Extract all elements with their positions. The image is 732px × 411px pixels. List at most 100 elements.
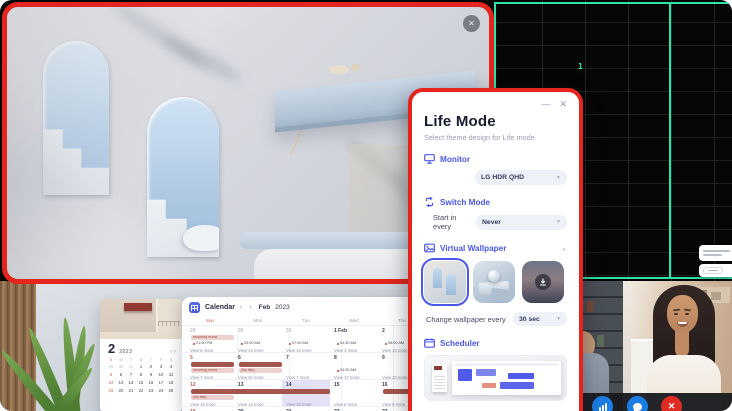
download-icon[interactable] [535,274,551,290]
paper-calendar-date: 4 [166,363,176,371]
signal-bars-icon [599,403,607,411]
event-bar[interactable]: recurring event [191,368,234,373]
paper-day-header: S [166,356,176,363]
calendar-date[interactable]: 22 [330,407,378,411]
sunset-download-wallpaper[interactable] [522,261,564,303]
day-header: Wed [330,316,378,325]
calendar-date[interactable]: 30 [234,326,282,335]
paper-day-header: T [126,356,136,363]
notification-action-button[interactable] [703,267,723,274]
calendar-year-label: 2023 [275,304,289,311]
mini-wall-calendar [432,364,447,392]
calendar-date[interactable]: 14 [282,380,330,389]
paper-calendar-date: 5 [106,371,116,379]
paper-calendar-year: 2023 [119,349,132,355]
arch-interior-wallpaper[interactable] [424,261,466,303]
mini-calendar-app [452,361,561,395]
paper-calendar-date: 11 [166,371,176,379]
calendar-date[interactable]: 8 [330,353,378,362]
calendar-date[interactable]: 15 [330,380,378,389]
event-entry[interactable]: 06:00 AM [385,341,404,346]
chat-button[interactable] [627,396,648,411]
notification-text-card [699,245,732,261]
notification-text-line [703,250,730,252]
calendar-date[interactable]: 13 [234,380,282,389]
event-bar[interactable] [239,362,282,367]
event-bar[interactable]: (No title) [239,368,282,373]
monitor-section-header: Monitor [424,154,567,164]
event-entry[interactable]: 04:30 AM [337,341,356,346]
calendar-date[interactable]: 7 [282,353,330,362]
scheduler-section-label: Scheduler [440,339,480,348]
next-month-arrow[interactable]: › [249,304,253,311]
event-entry[interactable]: 04:30 AM [337,368,356,373]
paper-calendar-date: 6 [116,371,126,379]
notification-button-card [699,264,732,277]
calendar-date[interactable]: 5 [186,353,234,362]
paper-calendar-nav-arrows[interactable]: ‹ › [170,349,176,355]
calendar-date[interactable]: 29 [186,326,234,335]
paper-calendar-widget: 2 2023 ‹ › SMTWTFS 293031123456789101112… [100,299,182,411]
arched-niche-left [43,41,109,195]
scheduler-section-header: Scheduler [424,338,567,348]
chevron-down-icon: ▼ [556,175,561,181]
calendar-illustration [100,299,182,339]
eyebrow [684,309,691,311]
monitor-dropdown[interactable]: LG HDR QHD ▼ [475,170,567,185]
event-entry[interactable]: 07:00 AM [289,341,308,346]
sphere-scene-wallpaper[interactable] [473,261,515,303]
calendar-date[interactable]: 12 [186,380,234,389]
monitor-section-label: Monitor [440,155,470,164]
mini-app-header [455,363,558,366]
calendar-app-title: Calendar [205,304,235,311]
paper-calendar-date: 1 [136,363,146,371]
illustration-awning [124,303,152,311]
calendar-date[interactable]: 20 [234,407,282,411]
virtual-wallpaper-section-header: Virtual Wallpaper ⌄ [424,243,567,253]
calendar-app-icon [189,302,200,313]
panel-title: Life Mode [424,113,567,130]
stats-button[interactable] [592,396,613,411]
start-in-every-label: Start in every [424,213,476,231]
paper-calendar-date: 8 [136,371,146,379]
prev-month-arrow[interactable]: ‹ [240,304,244,311]
calendar-date[interactable]: 6 [234,353,282,362]
start-in-every-dropdown[interactable]: Never ▼ [476,215,567,230]
paper-calendar-date: 9 [146,371,156,379]
paper-calendar-date: 7 [126,371,136,379]
event-entry[interactable]: 03:00 AM [241,341,260,346]
chevron-down-icon: ▼ [556,219,561,225]
close-icon[interactable]: ✕ [559,100,567,109]
change-interval-dropdown[interactable]: 30 sec ▼ [513,312,567,326]
paper-day-header: S [106,356,116,363]
shelf-object [329,65,349,74]
scheduler-icon [424,338,435,348]
calendar-date[interactable]: 19 [186,407,234,411]
calendar-date[interactable]: 1 Feb [330,326,378,335]
calendar-date[interactable]: 21 [282,407,330,411]
eye [674,313,678,315]
screenshot-stage: 1 4 ✕ 2 [0,0,732,411]
smile [677,322,688,327]
virtual-wallpaper-icon [424,243,435,253]
event-bar[interactable]: recurring event [191,335,234,340]
paper-calendar-date: 15 [136,379,146,387]
mini-event-block [458,369,472,381]
end-call-button[interactable]: ✕ [661,396,682,411]
close-icon[interactable]: ✕ [463,15,480,32]
minimize-icon[interactable]: — [541,100,550,109]
event-bar[interactable]: (No title) [191,395,234,400]
paper-calendar-date: 21 [126,387,136,395]
panel-subtitle: Select theme design for Life mode. [424,133,567,142]
event-bar[interactable] [191,389,330,394]
event-entry[interactable]: 21:00 PM [193,341,212,346]
mini-event-block [500,382,534,389]
video-call-window: ✕ [583,281,732,411]
collapse-chevron-icon[interactable]: ⌄ [561,244,567,252]
monitor-dropdown-value: LG HDR QHD [481,174,524,181]
calendar-date[interactable]: 31 [282,326,330,335]
paper-calendar-row: 12131415161718 [100,379,182,387]
event-bar[interactable] [191,362,234,367]
paper-day-header: W [136,356,146,363]
change-wallpaper-label: Change wallpaper every [424,315,506,324]
